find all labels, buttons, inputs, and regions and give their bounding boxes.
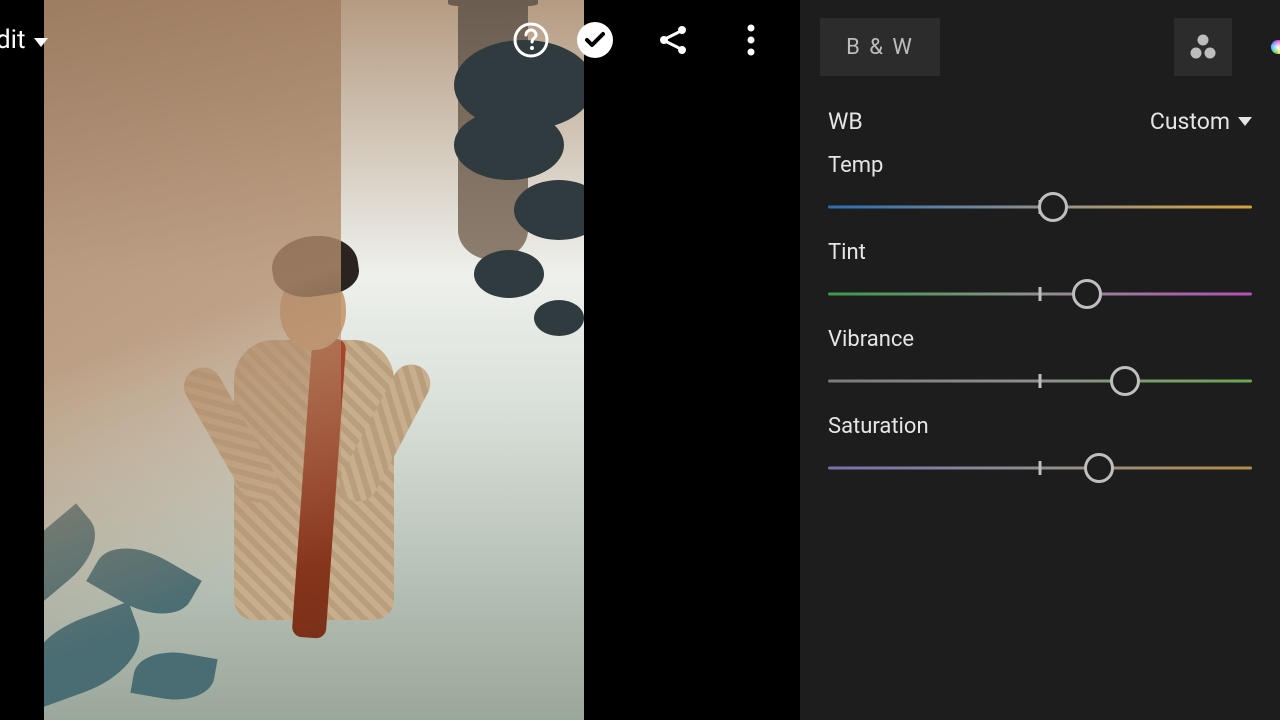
chevron-down-icon (1238, 117, 1252, 126)
wb-label: WB (828, 108, 863, 135)
more-vertical-icon (747, 23, 755, 57)
apply-button[interactable] (574, 19, 616, 61)
edit-mode-label: dit (0, 25, 26, 55)
slider-thumb[interactable] (1084, 453, 1114, 483)
top-toolbar: dit (0, 0, 800, 80)
saturation-slider[interactable] (828, 453, 1252, 483)
photo-content (44, 470, 254, 720)
share-button[interactable] (652, 19, 694, 61)
tint-label: Tint (828, 240, 1252, 265)
edit-mode-dropdown[interactable]: dit (0, 25, 48, 55)
chevron-down-icon (34, 38, 48, 47)
check-circle-icon (575, 20, 615, 60)
slider-thumb[interactable] (1038, 192, 1068, 222)
bw-label: B & W (846, 35, 914, 60)
vibrance-slider[interactable] (828, 366, 1252, 396)
temp-slider[interactable] (828, 192, 1252, 222)
photo-pane: dit (0, 0, 800, 720)
color-panel: B & W (800, 0, 1280, 720)
color-wheel-icon (1270, 22, 1280, 72)
slider-center-tick (1039, 374, 1042, 388)
color-mixer-button[interactable] (1174, 18, 1232, 76)
slider-center-tick (1039, 287, 1042, 301)
edited-photo (44, 0, 584, 720)
color-grading-button[interactable] (1250, 18, 1280, 76)
more-options-button[interactable] (730, 19, 772, 61)
white-balance-row: WB Custom (800, 76, 1280, 135)
temp-label: Temp (828, 153, 1252, 178)
help-icon (512, 21, 550, 59)
wb-value: Custom (1150, 108, 1230, 135)
color-mixer-icon (1186, 30, 1220, 64)
slider-thumb[interactable] (1110, 366, 1140, 396)
saturation-label: Saturation (828, 414, 1252, 439)
help-button[interactable] (510, 19, 552, 61)
panel-top-row: B & W (800, 18, 1280, 76)
vibrance-label: Vibrance (828, 327, 1252, 352)
black-and-white-button[interactable]: B & W (820, 18, 940, 76)
slider-center-tick (1039, 461, 1042, 475)
slider-thumb[interactable] (1072, 279, 1102, 309)
sliders-group: Temp Tint Vibrance Saturation (800, 153, 1280, 483)
tint-slider[interactable] (828, 279, 1252, 309)
wb-preset-dropdown[interactable]: Custom (1150, 108, 1252, 135)
photo-content (194, 270, 434, 720)
share-icon (656, 23, 690, 57)
